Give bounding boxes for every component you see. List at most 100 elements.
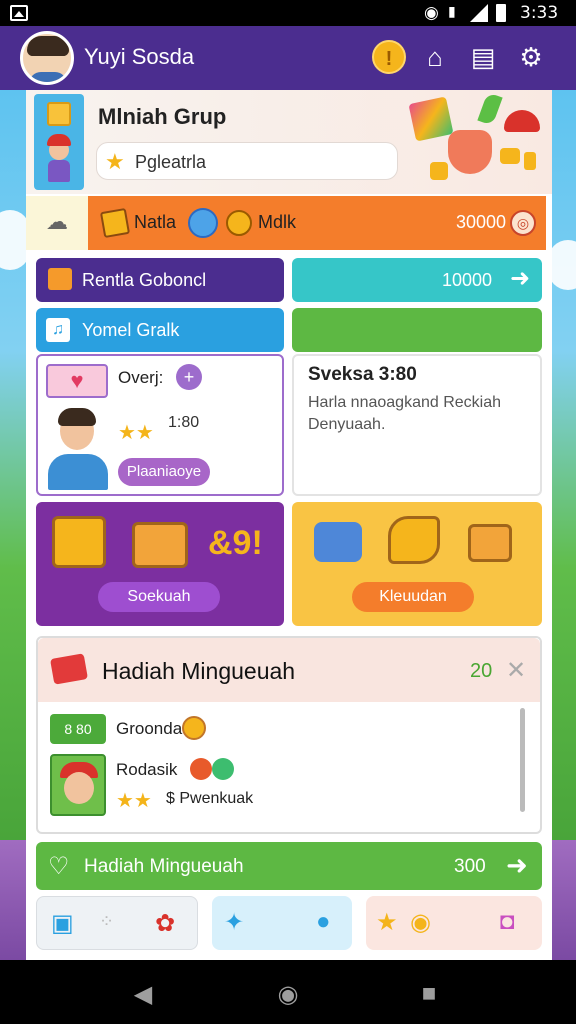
gear-icon[interactable]: ⚙ [514, 40, 548, 74]
purple-menu-button[interactable]: Rentla Goboncl [36, 258, 284, 302]
cellular-signal-icon [470, 4, 488, 22]
cloud-icon: ☁ [46, 209, 68, 234]
tab-stars[interactable]: ✦ ● [212, 896, 352, 950]
star-icon: ★ [105, 149, 125, 174]
player-card[interactable]: ♥ Overj: + ★★ 1:80 Plaaniaoye [36, 354, 284, 496]
scrollbar[interactable] [520, 708, 525, 812]
teal-button-value: 10000 [442, 270, 493, 290]
note-icon[interactable] [47, 102, 71, 126]
leaf-icon [477, 92, 503, 126]
info-card-title: Sveksa 3:80 [308, 364, 417, 385]
home-circle-icon[interactable]: ◉ [273, 980, 303, 1009]
blue-menu-button[interactable]: ♫ Yomel Gralk [36, 308, 284, 352]
avatar-shirt [29, 72, 67, 82]
chat-icon [48, 268, 72, 290]
purple-button-label: Rentla Goboncl [82, 270, 207, 290]
blue-gem-icon [188, 208, 218, 238]
list-item[interactable]: 8 80 Groonda [50, 714, 520, 744]
star-outline-icon: ✦ [224, 909, 245, 936]
prize-card-yellow[interactable]: Kleuudan [292, 502, 542, 626]
prize-purple-button[interactable]: Soekuah [98, 582, 220, 612]
chest-icon [99, 207, 131, 239]
coin-icon: ◉ [410, 909, 431, 936]
gold-icon [524, 152, 536, 170]
search-input[interactable]: ★ Pgleatrla [96, 142, 398, 180]
toy-car-icon [314, 522, 362, 562]
weekly-title: Hadiah Mingueuah [102, 658, 296, 684]
treasure-chest-icon [468, 524, 512, 562]
tab-rewards[interactable]: ★ ◉ ◘ [366, 896, 542, 950]
cube-icon [408, 96, 454, 142]
group-card: Mlniah Grup ★ Pgleatrla [26, 90, 552, 194]
gold-icon [500, 148, 520, 164]
reward-label-2: Mdlk [258, 212, 297, 232]
hat-icon [504, 110, 540, 132]
weekly-button-label: Hadiah Mingueuah [84, 856, 244, 877]
group-title: Mlniah Grup [98, 104, 227, 129]
arrow-right-icon: ➜ [506, 850, 528, 880]
toy-icon: ✿ [155, 910, 176, 937]
box-icon: ▣ [51, 910, 74, 937]
home-icon[interactable]: ⌂ [418, 40, 452, 74]
info-card: Sveksa 3:80 Harla nnaoagkand Reckiah Den… [292, 354, 542, 496]
player-avatar [50, 754, 106, 816]
prize-card-purple[interactable]: &9! Soekuah [36, 502, 284, 626]
weekly-rewards-button[interactable]: ♡ Hadiah Mingueuah 300 ➜ [36, 842, 542, 890]
coin-icon [182, 716, 206, 740]
avatar-hair [27, 36, 69, 56]
reward-label-1: Natla [134, 212, 177, 232]
teal-value-button[interactable]: 10000 ➜ [292, 258, 542, 302]
user-name: Yuyi Sosda [84, 44, 195, 69]
avatar[interactable] [20, 31, 74, 85]
heart-icon[interactable]: ♥ [46, 364, 108, 398]
app-header: Yuyi Sosda ! ⌂ ▤ ⚙ [0, 26, 576, 90]
heart-outline-icon: ♡ [48, 853, 70, 880]
info-card-description: Harla nnaoagkand Reckiah Denyuaah. [308, 394, 502, 433]
player-card-title: Overj: [118, 368, 164, 387]
system-nav-bar: ◀ ◉ ■ [0, 960, 576, 1024]
flag-icon [50, 653, 88, 685]
list-item[interactable]: Rodasik ★★ $ Pwenkuak [50, 752, 520, 820]
recents-icon[interactable]: ■ [414, 980, 444, 1008]
item-badge: 8 80 [50, 714, 106, 744]
player-action-button[interactable]: Plaaniaoye [118, 458, 210, 486]
star-rating-icon: ★★ [116, 790, 152, 812]
decorative-toys [404, 92, 552, 192]
orange-badge-icon [190, 758, 212, 780]
status-bar: ◉ ▮ 3:33 [0, 0, 576, 26]
bottom-tab-bar: ▣ ⁘ ✿ ✦ ● ★ ◉ ◘ [36, 896, 542, 952]
coin-icon[interactable]: ! [372, 40, 406, 74]
heart-character-icon [448, 130, 492, 174]
tab-home[interactable]: ▣ ⁘ ✿ [36, 896, 198, 950]
weekly-rewards-card: Hadiah Mingueuah 20 ✕ 8 80 Groonda Rodas… [36, 636, 542, 834]
music-icon: ♫ [46, 318, 70, 342]
wifi-icon: ◉ [424, 3, 439, 22]
reward-strip[interactable]: Natla Mdlk 30000 ◎ [88, 196, 546, 250]
close-icon[interactable]: ✕ [506, 656, 526, 685]
weekly-button-value: 300 [454, 856, 486, 877]
image-notification-icon [10, 5, 28, 21]
treasure-chest-icon [132, 522, 188, 568]
cloud-icon-box[interactable]: ☁ [26, 196, 88, 250]
player-score: 1:80 [168, 414, 200, 431]
star-icon: ★ [376, 909, 398, 936]
item-name: Groonda [116, 719, 183, 738]
clock: 3:33 [520, 3, 559, 23]
green-button[interactable] [292, 308, 542, 352]
reward-bar: ☁ Natla Mdlk 30000 ◎ [26, 196, 552, 250]
clipboard-icon[interactable]: ▤ [466, 40, 500, 74]
search-input-value: Pgleatrla [135, 152, 207, 172]
prize-yellow-button[interactable]: Kleuudan [352, 582, 474, 612]
dots-icon: ⁘ [99, 911, 115, 931]
golden-toy-icon [388, 516, 440, 564]
plus-icon[interactable]: + [176, 364, 202, 390]
location-icon: ● [316, 908, 331, 935]
back-icon[interactable]: ◀ [128, 980, 158, 1009]
signal-icon: ▮ [448, 3, 456, 19]
item-meta: $ Pwenkuak [166, 790, 254, 807]
reward-value: 30000 [456, 212, 507, 232]
battery-icon [496, 4, 506, 22]
chat-icon: ◘ [500, 908, 515, 935]
main-panel: Mlniah Grup ★ Pgleatrla ☁ Natla Mdlk 300… [26, 90, 552, 960]
badge-icon[interactable]: ◎ [510, 210, 536, 236]
